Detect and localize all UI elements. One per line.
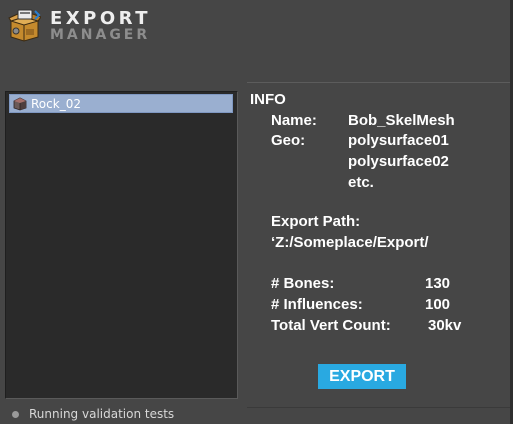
geo-label: Geo: (271, 132, 306, 149)
influences-value: 100 (425, 296, 451, 313)
geo-value-2: polysurface02 (348, 153, 449, 170)
influences-label: # Influences: (271, 296, 363, 313)
export-path-value: ‘Z:/Someplace/Export/ (271, 234, 429, 251)
bones-value: 130 (425, 275, 451, 292)
asset-list[interactable]: Rock_02 (5, 91, 238, 399)
name-value: Bob_SkelMesh (348, 112, 455, 129)
status-bar: Running validation tests (12, 407, 174, 421)
list-item-rock-02[interactable]: Rock_02 (9, 94, 233, 113)
box-logo-icon (8, 9, 41, 42)
vert-count-value: 30kv (428, 317, 462, 334)
app-subtitle: MANAGER (50, 27, 151, 43)
status-indicator-icon (12, 410, 19, 418)
cube-icon (13, 97, 27, 110)
vert-count-label: Total Vert Count: (271, 317, 391, 334)
bones-label: # Bones: (271, 275, 335, 292)
geo-value-3: etc. (348, 174, 374, 191)
app-title: EXPORT (50, 8, 151, 29)
export-path-label: Export Path: (271, 213, 361, 230)
geo-value-1: polysurface01 (348, 132, 449, 149)
status-text: Running validation tests (29, 407, 175, 421)
export-button[interactable]: EXPORT (318, 364, 406, 389)
list-item-label: Rock_02 (31, 96, 81, 111)
name-label: Name: (271, 112, 317, 129)
info-heading: INFO (250, 91, 286, 108)
